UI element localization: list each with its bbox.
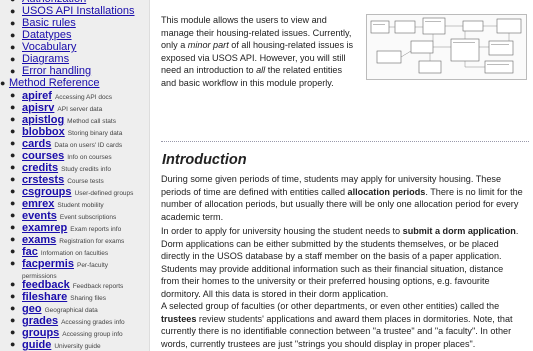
sidebar-link[interactable]: Datatypes xyxy=(22,29,72,41)
method-description: User-defined groups xyxy=(74,190,134,197)
main-content: This module allows the users to view and… xyxy=(161,0,529,351)
method-description: Data on users' ID cards xyxy=(54,142,123,149)
bullet: ● xyxy=(10,174,16,184)
method-description: Geographical data xyxy=(44,307,98,314)
method-description: Feedback reports xyxy=(72,283,124,290)
paragraph-trustees: A selected group of faculties (or other … xyxy=(161,301,513,349)
bullet: ● xyxy=(10,279,16,289)
sidebar-item-datatypes[interactable]: ● Datatypes xyxy=(10,29,72,41)
intro-paragraph: This module allows the users to view and… xyxy=(161,15,354,88)
bullet: ● xyxy=(10,303,16,313)
bullet: ● xyxy=(10,327,16,337)
method-description: Event subscriptions xyxy=(59,214,117,221)
bullet: ● xyxy=(10,150,16,160)
bullet: ● xyxy=(10,210,16,220)
section-heading: Introduction xyxy=(162,152,247,168)
method-description: University guide xyxy=(54,343,101,350)
section-separator xyxy=(161,141,529,142)
method-item-guide[interactable]: ● guide University guide xyxy=(10,338,101,351)
sidebar: ●Authorization ●USOS API Installations ●… xyxy=(0,0,149,351)
bullet: ● xyxy=(10,126,16,136)
sidebar-item-installations[interactable]: ● USOS API Installations xyxy=(10,5,135,17)
bullet: ● xyxy=(10,114,16,124)
sidebar-border xyxy=(149,0,150,351)
method-reference-link[interactable]: ● Method Reference xyxy=(0,77,100,89)
sidebar-item-basic-rules[interactable]: ● Basic rules xyxy=(10,17,76,29)
method-description: Method call stats xyxy=(67,118,116,125)
bullet: ● xyxy=(10,90,16,100)
bullet: ● xyxy=(10,339,16,349)
method-description: Sharing files xyxy=(70,295,107,302)
bullet: ● xyxy=(10,315,16,325)
method-description: Student mobility xyxy=(57,202,104,209)
method-description: Accessing group info xyxy=(62,331,123,338)
method-description: Course tests xyxy=(67,178,104,185)
method-link[interactable]: facpermis xyxy=(22,258,74,270)
method-description: Registration for exams xyxy=(59,238,125,245)
bullet: ● xyxy=(10,162,16,172)
bullet: ● xyxy=(10,234,16,244)
method-description: Information on faculties xyxy=(40,250,109,257)
method-description: Info on courses xyxy=(67,154,112,161)
bullet: ● xyxy=(10,138,16,148)
sidebar-item-diagrams[interactable]: ● Diagrams xyxy=(10,53,69,65)
method-description: Accessing API docs xyxy=(54,94,113,101)
bullet: ● xyxy=(10,246,16,256)
paragraph-dorm-application: In order to apply for university housing… xyxy=(161,226,519,299)
bullet: ● xyxy=(10,186,16,196)
bullet: ● xyxy=(10,222,16,232)
method-description: Accessing grades info xyxy=(61,319,125,326)
sidebar-link[interactable]: Error handling xyxy=(22,65,91,77)
bullet: ● xyxy=(10,102,16,112)
method-description: Study credits info xyxy=(61,166,111,173)
diagram-svg xyxy=(370,17,522,74)
method-description: Exam reports info xyxy=(70,226,122,233)
paragraph-allocation-periods: During some given periods of time, stude… xyxy=(161,174,523,222)
method-description: Per-faculty xyxy=(76,262,109,269)
housing-diagram-image[interactable] xyxy=(366,14,527,80)
sidebar-item-error-handling[interactable]: ● Error handling xyxy=(10,65,91,77)
bullet: ● xyxy=(10,198,16,208)
sidebar-link[interactable]: Basic rules xyxy=(22,17,76,29)
sidebar-item-vocabulary[interactable]: ● Vocabulary xyxy=(10,41,76,53)
sidebar-link[interactable]: Vocabulary xyxy=(22,41,76,53)
method-link[interactable]: guide xyxy=(22,339,51,351)
bullet: ● xyxy=(10,258,16,268)
sidebar-link[interactable]: Diagrams xyxy=(22,53,69,65)
method-description: Storing binary data xyxy=(67,130,123,137)
method-description: API server data xyxy=(57,106,103,113)
bullet: ● xyxy=(10,291,16,301)
sidebar-link[interactable]: USOS API Installations xyxy=(22,5,135,17)
